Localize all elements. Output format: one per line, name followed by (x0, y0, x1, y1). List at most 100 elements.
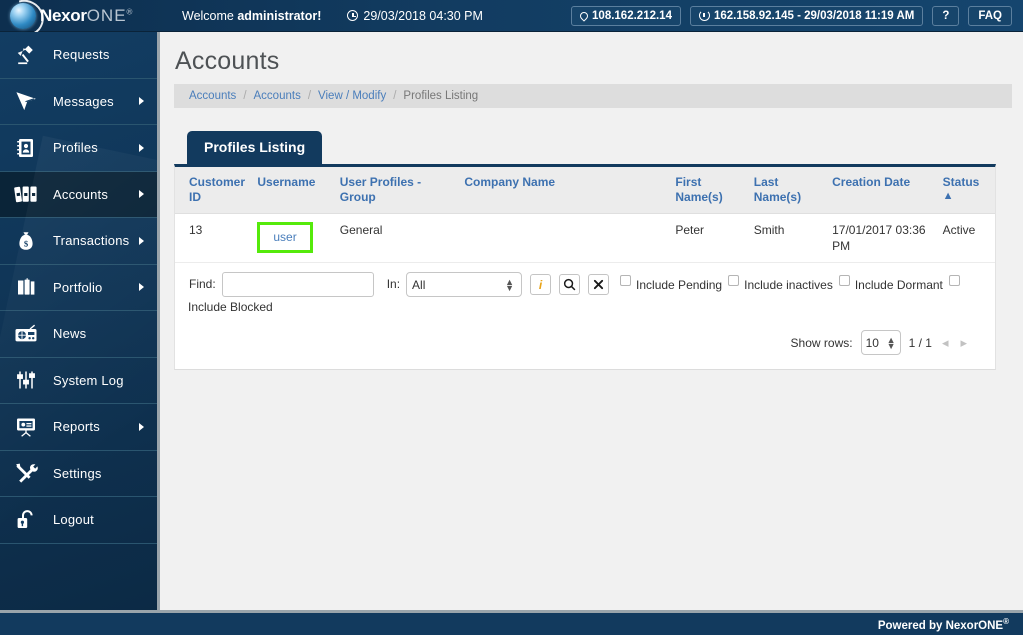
breadcrumb-separator: / (243, 90, 247, 102)
column-header-last-names[interactable]: Last Name(s) (747, 167, 827, 214)
logo-primary-text: Nexor (40, 5, 87, 25)
include-inactives-checkbox[interactable] (728, 275, 740, 286)
column-header-company-name[interactable]: Company Name (458, 167, 670, 214)
search-input[interactable] (221, 272, 374, 297)
svg-text:$: $ (24, 238, 29, 248)
include-pending-checkbox[interactable] (620, 275, 632, 286)
top-header-bar: NexorONE® Welcome administrator! 29/03/2… (0, 0, 1023, 32)
cell-creation-date: 17/01/2017 03:36 PM (826, 213, 937, 263)
sidebar-item-system-log[interactable]: System Log (0, 358, 157, 404)
breadcrumb-separator: / (393, 90, 397, 102)
column-header-user-profiles-group[interactable]: User Profiles - Group (333, 167, 459, 214)
sidebar-item-label: Reports (53, 419, 100, 435)
top-header-right-group: 108.162.212.14 162.158.92.145 - 29/03/20… (571, 5, 1023, 26)
breadcrumb-item-profiles-listing: Profiles Listing (403, 90, 479, 102)
cell-company-name (458, 213, 670, 263)
tab-profiles-listing[interactable]: Profiles Listing (187, 131, 323, 164)
username-link[interactable]: user (273, 230, 296, 244)
sidebar-item-transactions[interactable]: $ Transactions (0, 218, 157, 265)
app-logo[interactable]: NexorONE® (0, 2, 168, 29)
cursor-icon (13, 88, 39, 114)
cell-username: user (251, 213, 334, 263)
include-dormant-group: Include Dormant (838, 272, 947, 292)
history-clock-icon (698, 10, 710, 21)
sidebar-item-label: Accounts (53, 186, 109, 202)
page-indicator: 1 / 1 (908, 335, 932, 350)
sidebar-item-news[interactable]: News (0, 311, 157, 358)
welcome-username: administrator! (237, 8, 322, 23)
faq-button[interactable]: FAQ (968, 5, 1012, 26)
sidebar-item-label: News (53, 326, 87, 342)
previous-page-button[interactable]: ◂ (940, 335, 951, 351)
lamp-icon (13, 42, 39, 68)
include-dormant-checkbox[interactable] (838, 275, 850, 286)
chevron-right-icon (139, 283, 144, 292)
sidebar-item-requests[interactable]: Requests (0, 32, 157, 79)
current-datetime: 29/03/2018 04:30 PM (347, 9, 483, 23)
chevron-right-icon (139, 422, 144, 431)
include-blocked-group (948, 272, 960, 286)
chevron-right-icon (139, 97, 144, 106)
sidebar-item-profiles[interactable]: Profiles (0, 125, 157, 172)
chevron-right-icon (139, 143, 144, 152)
search-scope-select[interactable]: All (406, 272, 523, 297)
binders-icon (13, 181, 39, 207)
sliders-icon (13, 367, 39, 393)
sidebar-item-logout[interactable]: Logout (0, 497, 157, 544)
column-header-status[interactable]: Status ▲ (936, 167, 995, 214)
table-header-row: Customer ID Username User Profiles - Gro… (175, 167, 995, 214)
sidebar-item-label: Messages (53, 93, 114, 109)
find-label: Find: (189, 277, 216, 291)
breadcrumb-separator: / (307, 90, 312, 102)
cell-first-names: Peter (669, 213, 748, 263)
include-blocked-checkbox[interactable] (948, 275, 960, 286)
sidebar-item-label: Settings (53, 465, 102, 481)
column-header-customer-id[interactable]: Customer ID (175, 167, 252, 214)
logo-registered-mark: ® (126, 6, 133, 16)
search-icon[interactable] (559, 274, 581, 295)
sidebar-item-label: Logout (53, 512, 94, 528)
money-bag-icon: $ (13, 228, 39, 254)
cell-status: Active (936, 213, 995, 263)
location-pin-icon (578, 9, 590, 22)
column-header-first-names[interactable]: First Name(s) (669, 167, 748, 214)
include-inactives-group: Include inactives (728, 272, 837, 292)
datetime-text: 29/03/2018 04:30 PM (363, 8, 483, 23)
logo-sphere-icon (10, 2, 36, 29)
welcome-prefix: Welcome (182, 8, 238, 23)
welcome-message: Welcome administrator! (182, 9, 321, 23)
show-rows-label: Show rows: (790, 335, 853, 350)
info-icon[interactable]: i (530, 274, 552, 295)
rows-per-page-select[interactable]: 10 (860, 330, 901, 355)
presentation-icon (13, 414, 39, 440)
help-button[interactable]: ? (932, 5, 960, 26)
sidebar-item-label: Portfolio (53, 279, 103, 295)
breadcrumb-item-accounts-root[interactable]: Accounts (189, 90, 236, 102)
next-page-button[interactable]: ▸ (958, 335, 969, 351)
footer-bar: Powered by NexorONE® (0, 610, 1023, 635)
sidebar-item-messages[interactable]: Messages (0, 79, 157, 125)
breadcrumb-item-view-modify[interactable]: View / Modify (318, 90, 386, 102)
filter-row: Find: In: All ▲ ▼ i Include Pending Incl… (175, 263, 995, 320)
sort-ascending-icon: ▲ (942, 190, 954, 202)
in-select-wrapper: All ▲ ▼ (400, 272, 523, 297)
column-header-creation-date[interactable]: Creation Date (826, 167, 937, 214)
chevron-right-icon (139, 236, 144, 245)
sidebar-item-settings[interactable]: Settings (0, 451, 157, 497)
cell-last-names: Smith (747, 213, 827, 263)
powered-by-label: Powered by NexorONE (877, 619, 1004, 632)
column-header-username[interactable]: Username (251, 167, 334, 214)
sidebar-item-accounts[interactable]: Accounts (0, 171, 157, 218)
breadcrumb-item-accounts[interactable]: Accounts (254, 90, 301, 102)
tools-icon (13, 460, 39, 486)
last-login-text: 162.158.92.145 - 29/03/2018 11:19 AM (713, 9, 915, 22)
last-login-badge: 162.158.92.145 - 29/03/2018 11:19 AM (689, 5, 924, 26)
sidebar-nav: Requests Messages Profiles Accounts $ Tr… (0, 32, 160, 610)
clear-icon[interactable] (588, 274, 610, 295)
sidebar-item-portfolio[interactable]: Portfolio (0, 265, 157, 311)
table-row[interactable]: 13 user General Peter Smith 17/01/2017 0… (175, 213, 995, 263)
logo-text: NexorONE® (40, 6, 132, 26)
sidebar-item-reports[interactable]: Reports (0, 404, 157, 451)
table-header: Customer ID Username User Profiles - Gro… (175, 167, 995, 214)
ip-address-text: 108.162.212.14 (592, 9, 672, 22)
